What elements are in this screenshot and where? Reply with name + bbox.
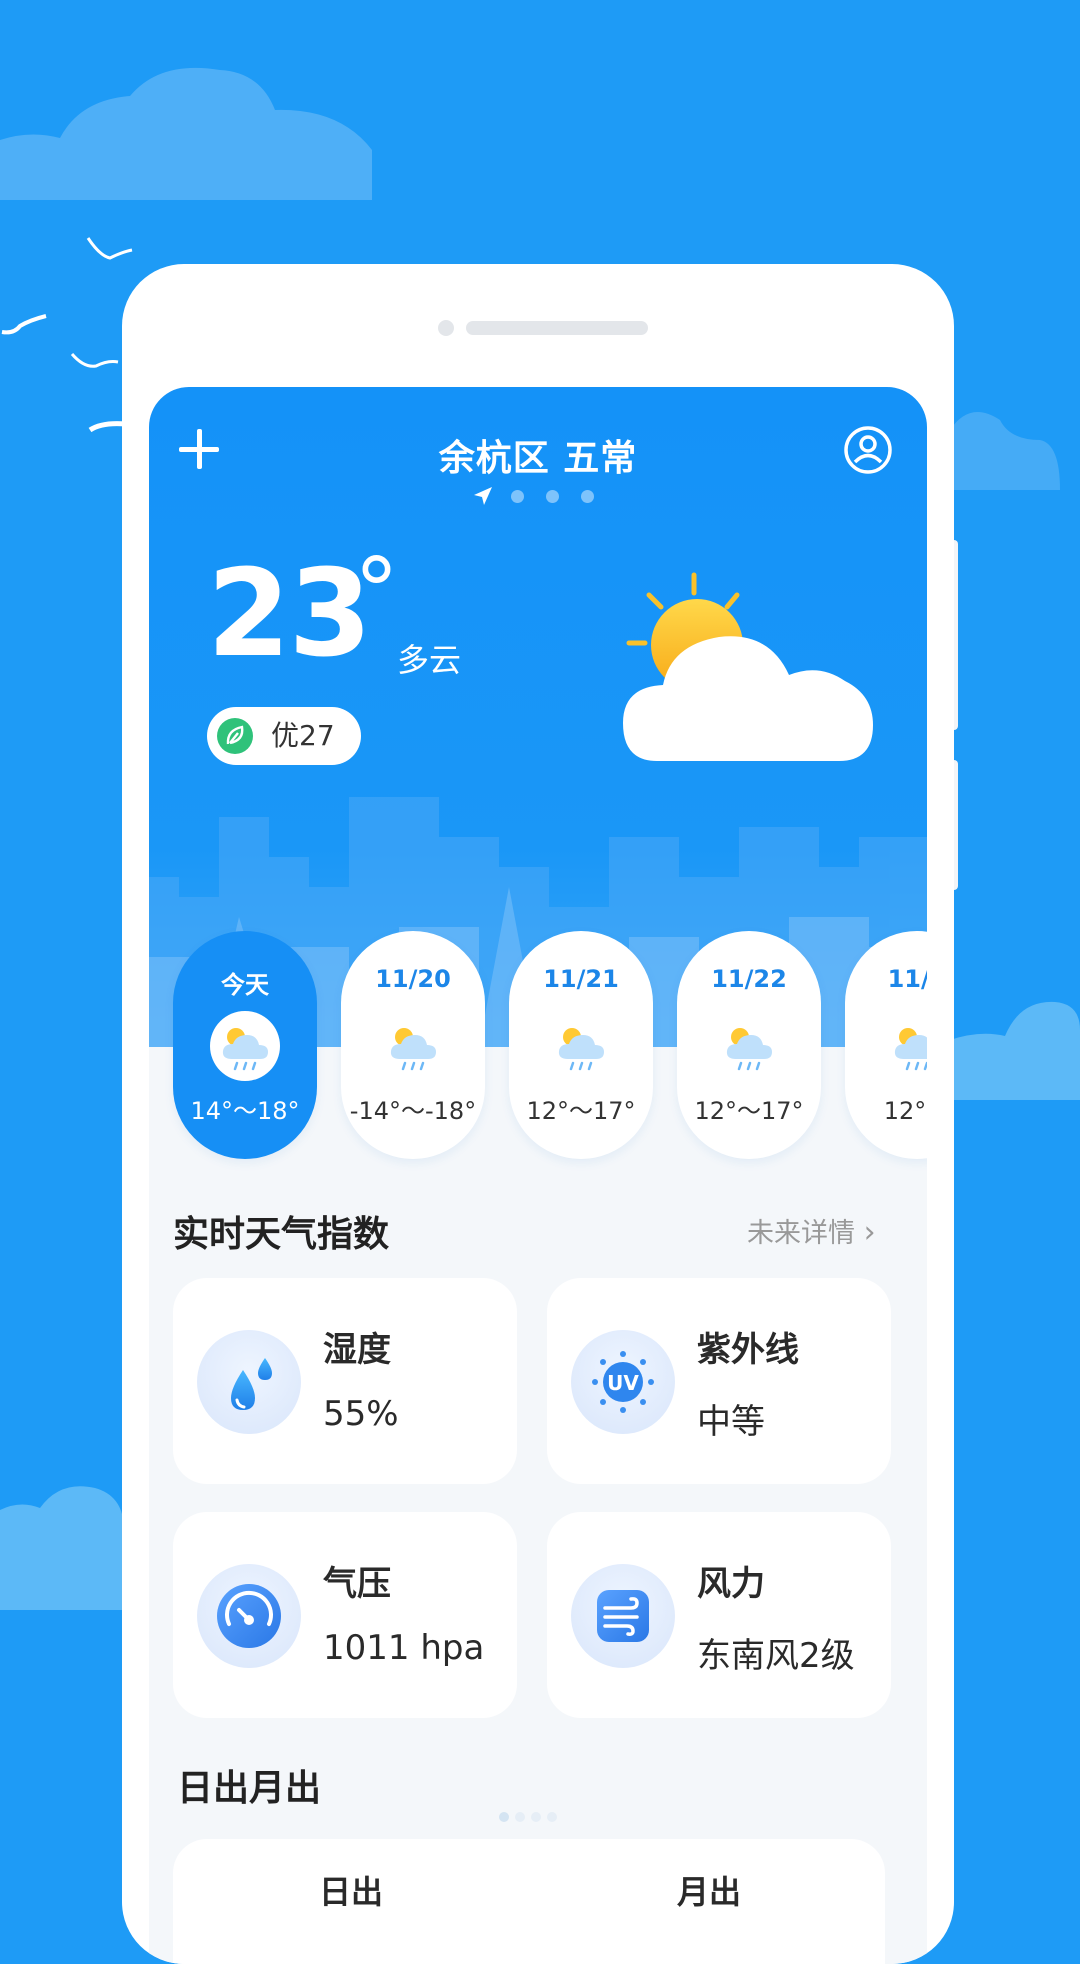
leaf-icon [217, 718, 253, 754]
index-name: 湿度 [323, 1330, 391, 1370]
index-card-pressure[interactable]: 气压 1011 hpa [173, 1512, 517, 1718]
forecast-day[interactable]: 11/21 12°～17° [509, 931, 653, 1159]
forecast-date: 今天 [221, 971, 269, 999]
page-dot [580, 489, 594, 503]
index-card-wind[interactable]: 风力 东南风2级 [547, 1512, 891, 1718]
bird-icon [1, 314, 47, 335]
section-title-sun-moon: 日出月出 [177, 1768, 322, 1809]
location-title[interactable]: 余杭区 五常 [149, 429, 927, 481]
forecast-icon-bg [882, 1011, 927, 1081]
future-details-link[interactable]: 未来详情 › [747, 1211, 876, 1250]
forecast-date: 11/2 [887, 965, 927, 993]
svg-text:UV: UV [607, 1371, 639, 1395]
page-dot [510, 489, 524, 503]
index-card-uv[interactable]: UV 紫外线 中等 [547, 1278, 891, 1484]
icon-bg [197, 1330, 301, 1434]
user-profile-icon[interactable] [843, 425, 893, 475]
bird-icon [86, 237, 133, 260]
app-screen: 余杭区 五常 23 ° 多云 优27 今天 14°～18° 11/20 -14°… [149, 387, 927, 1964]
icon-bg [571, 1564, 675, 1668]
indicator-dot [515, 1812, 525, 1822]
index-card-humidity[interactable]: 湿度 55% [173, 1278, 517, 1484]
location-arrow-icon [473, 487, 492, 505]
icon-bg [197, 1564, 301, 1668]
phone-camera [438, 320, 454, 336]
forecast-icon-bg [546, 1011, 616, 1081]
forecast-icon-bg [210, 1011, 280, 1081]
index-name: 紫外线 [697, 1330, 799, 1370]
cloud-rain-sun-icon [222, 1028, 268, 1071]
current-temperature: 23 [207, 545, 372, 684]
forecast-strip: 今天 14°～18° 11/20 -14°～-18° 11/21 12°～17°… [173, 931, 927, 1161]
weather-condition: 多云 [397, 641, 462, 679]
degree-symbol: ° [354, 539, 399, 644]
forecast-icon-bg [714, 1011, 784, 1081]
forecast-icon-bg [378, 1011, 448, 1081]
background-cloud-top-left [0, 67, 372, 200]
forecast-date: 11/20 [375, 965, 451, 993]
scroll-indicator [499, 1807, 563, 1822]
bird-icon [70, 353, 119, 368]
phone-speaker [466, 321, 648, 335]
indicator-dot [547, 1812, 557, 1822]
forecast-temp-range: 12°～ [883, 1097, 927, 1125]
forecast-day[interactable]: 11/20 -14°～-18° [341, 931, 485, 1159]
sunrise-label: 日出 [319, 1873, 384, 1911]
cloud-rain-sun-icon [558, 1028, 604, 1071]
forecast-date: 11/22 [711, 965, 787, 993]
forecast-date: 11/21 [543, 965, 619, 993]
index-value: 中等 [697, 1402, 765, 1442]
page-dot [545, 489, 559, 503]
indicator-dot [499, 1812, 509, 1822]
forecast-temp-range: 14°～18° [190, 1097, 300, 1125]
aqi-value: 优27 [271, 719, 335, 752]
moonrise-label: 月出 [677, 1873, 742, 1911]
city-page-indicator [149, 485, 927, 505]
cloud-rain-sun-icon [894, 1028, 927, 1071]
index-name: 气压 [323, 1564, 391, 1604]
phone-frame: 余杭区 五常 23 ° 多云 优27 今天 14°～18° 11/20 -14°… [122, 264, 954, 1964]
forecast-day[interactable]: 11/2 12°～ [845, 931, 927, 1159]
forecast-temp-range: 12°～17° [526, 1097, 636, 1125]
forecast-day-today[interactable]: 今天 14°～18° [173, 931, 317, 1159]
future-details-label: 未来详情 [747, 1218, 855, 1249]
icon-bg: UV [571, 1330, 675, 1434]
indicator-dot [531, 1812, 541, 1822]
cloud-rain-sun-icon [726, 1028, 772, 1071]
chevron-right-icon: › [863, 1215, 876, 1250]
forecast-temp-range: -14°～-18° [349, 1097, 477, 1125]
partly-cloudy-icon [623, 572, 873, 761]
background-cloud-right-lower [950, 1001, 1080, 1100]
index-value: 1011 hpa [323, 1628, 485, 1668]
background-cloud-right [950, 412, 1060, 490]
forecast-day[interactable]: 11/22 12°～17° [677, 931, 821, 1159]
wind-icon [597, 1590, 649, 1642]
cloud-rain-sun-icon [390, 1028, 436, 1071]
background-cloud-left-lower [0, 1486, 124, 1610]
humidity-icon [231, 1358, 272, 1410]
index-value: 东南风2级 [697, 1636, 855, 1676]
air-quality-badge[interactable]: 优27 [207, 707, 361, 765]
uv-icon: UV [592, 1351, 654, 1413]
pressure-gauge-icon [217, 1584, 281, 1648]
sun-moon-card: 日出 月出 [173, 1839, 885, 1964]
forecast-temp-range: 12°～17° [694, 1097, 804, 1125]
section-title-indices: 实时天气指数 [173, 1214, 390, 1255]
index-value: 55% [323, 1394, 399, 1434]
index-name: 风力 [697, 1564, 765, 1604]
